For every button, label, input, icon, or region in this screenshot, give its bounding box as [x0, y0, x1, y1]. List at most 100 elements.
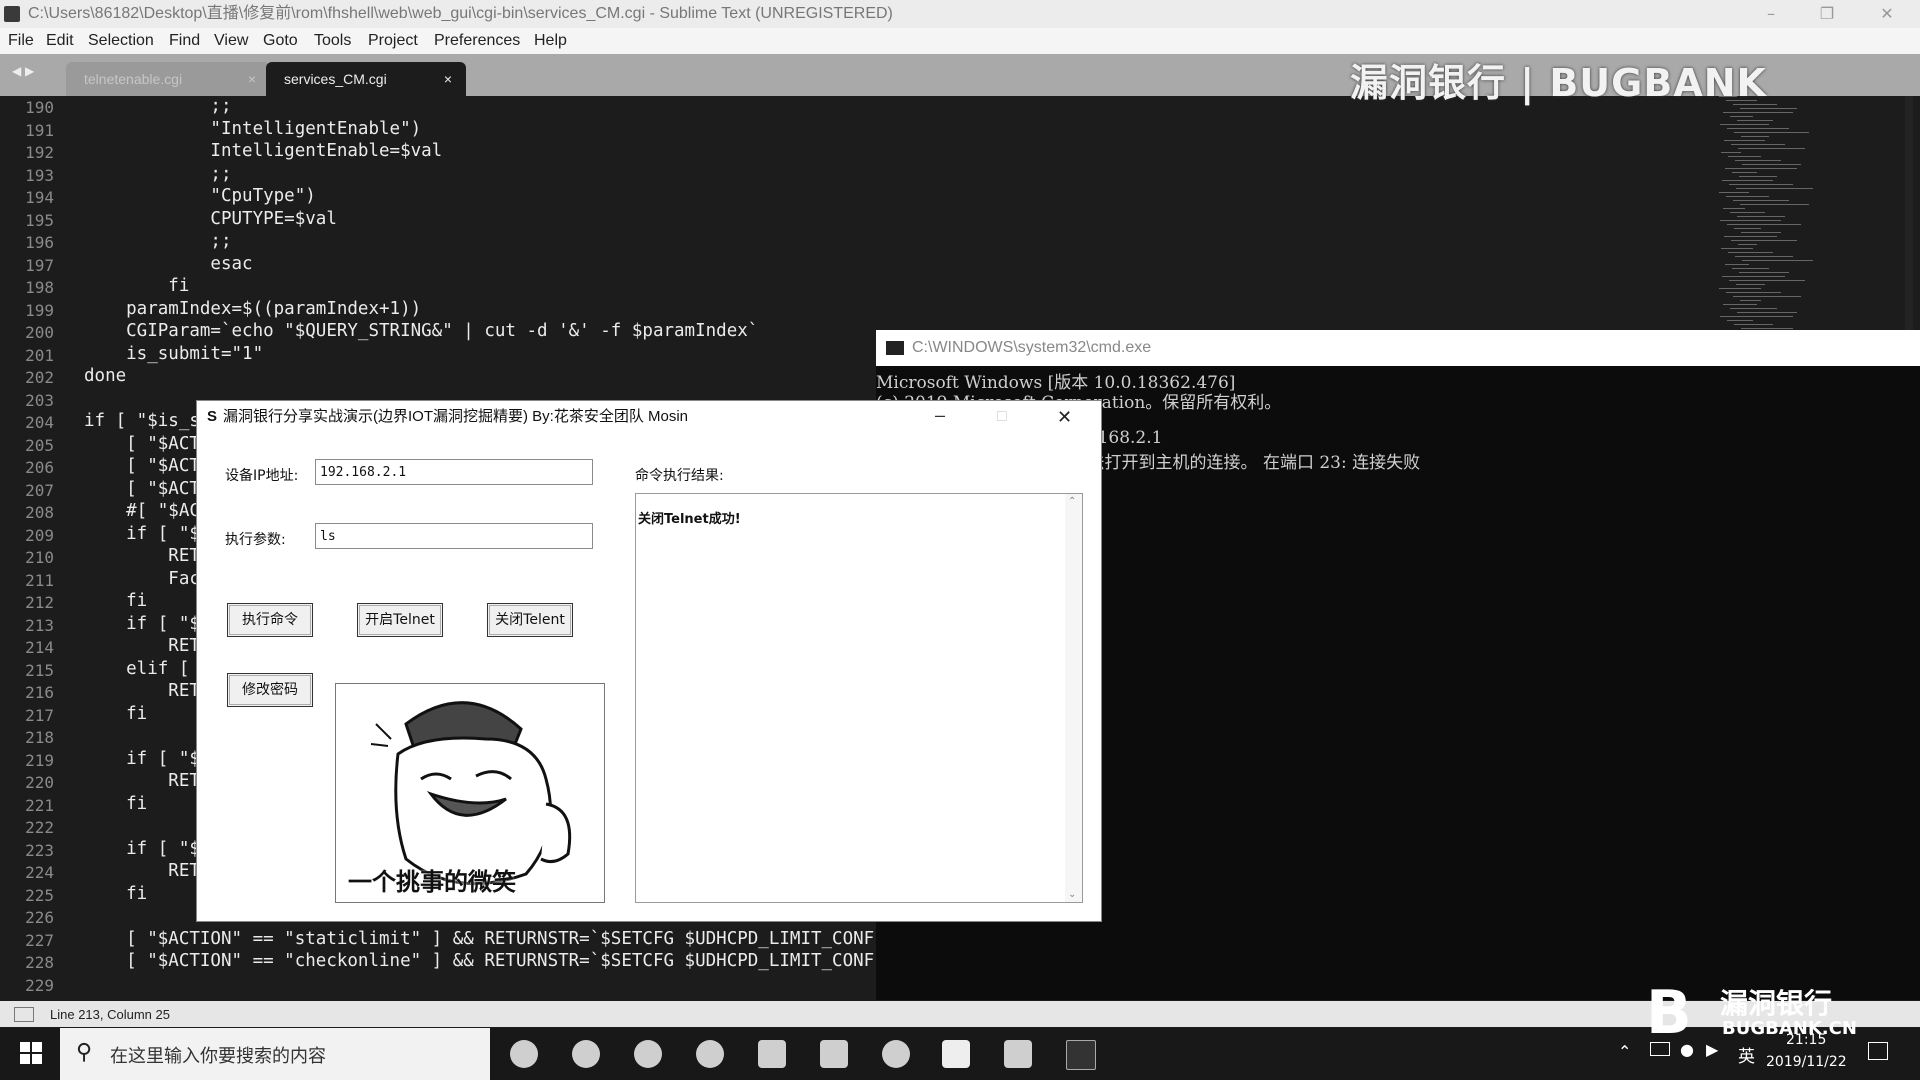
tab-nav-arrows-icon[interactable]: ◀ ▶: [12, 64, 34, 78]
minimap-line: [1720, 316, 1793, 317]
menu-help[interactable]: Help: [534, 32, 567, 50]
minimap-line: [1734, 228, 1761, 229]
minimap-line: [1729, 280, 1805, 281]
minimap[interactable]: [1715, 96, 1835, 336]
cmd-icon: [886, 341, 904, 355]
minimap-line: [1722, 180, 1773, 181]
minimize-button[interactable]: –: [1748, 0, 1794, 28]
open-telnet-button[interactable]: 开启Telnet: [357, 603, 443, 637]
line-number: 207: [25, 480, 54, 500]
result-textarea[interactable]: 关闭Telnet成功! ⌃ ⌄: [635, 493, 1083, 903]
logo-mark: B: [1646, 978, 1692, 1048]
tray-chevron-icon[interactable]: ⌃: [1618, 1042, 1631, 1061]
sublime-taskbar-icon[interactable]: [942, 1040, 970, 1068]
exec-command-button[interactable]: 执行命令: [227, 603, 313, 637]
line-number: 202: [25, 368, 54, 387]
code-line: if [ "$: [84, 838, 200, 859]
ip-input[interactable]: 192.168.2.1: [315, 459, 593, 485]
minimap-line: [1723, 304, 1757, 305]
chrome-taskbar-icon[interactable]: [510, 1040, 538, 1068]
menu-edit[interactable]: Edit: [46, 32, 74, 50]
notification-icon[interactable]: [1868, 1042, 1888, 1060]
taskbar-search-box[interactable]: ⚲ 在这里输入你要搜索的内容: [60, 1028, 490, 1080]
line-number: 211: [25, 570, 54, 590]
code-line: ;;: [84, 96, 232, 116]
dialog-title: 漏洞银行分享实战演示(边界IOT漏洞挖掘精要) By:花茶安全团队 Mosin: [223, 408, 689, 425]
close-telnet-button[interactable]: 关闭Telent: [487, 603, 573, 637]
menu-preferences[interactable]: Preferences: [434, 32, 520, 50]
menu-tools[interactable]: Tools: [314, 32, 351, 50]
minimap-line: [1736, 188, 1813, 189]
result-label: 命令执行结果:: [635, 468, 724, 484]
minimap-line: [1728, 252, 1773, 253]
telnet-tool-dialog[interactable]: S 漏洞银行分享实战演示(边界IOT漏洞挖掘精要) By:花茶安全团队 Mosi…: [196, 400, 1102, 922]
close-icon[interactable]: ×: [444, 62, 452, 96]
tab-telnetenable[interactable]: telnetenable.cgi ×: [66, 62, 270, 96]
clock-date[interactable]: 2019/11/22: [1766, 1054, 1847, 1070]
tool-taskbar-icon[interactable]: [1004, 1040, 1032, 1068]
scroll-down-icon[interactable]: ⌄: [1068, 889, 1076, 900]
menu-find[interactable]: Find: [169, 32, 200, 50]
maximize-button[interactable]: ❐: [1804, 0, 1850, 28]
panel-toggle-icon[interactable]: [14, 1007, 34, 1022]
minimap-line: [1720, 220, 1781, 221]
ime-indicator[interactable]: 英: [1738, 1042, 1755, 1067]
minimap-line: [1728, 156, 1761, 157]
dialog-minimize-button[interactable]: –: [935, 399, 945, 431]
minimap-line: [1730, 116, 1753, 117]
line-number: 206: [25, 458, 54, 477]
cmd-title: C:\WINDOWS\system32\cmd.exe: [912, 339, 1152, 356]
file-explorer-taskbar-icon[interactable]: [820, 1040, 848, 1068]
code-line: if [ "$is_s: [84, 411, 200, 431]
line-number: 205: [25, 435, 54, 455]
menu-view[interactable]: View: [214, 32, 248, 50]
result-scrollbar[interactable]: ⌃ ⌄: [1065, 494, 1082, 902]
line-number: 195: [25, 210, 54, 230]
dialog-maximize-button[interactable]: □: [997, 401, 1007, 433]
minimap-line: [1723, 208, 1745, 209]
minimap-line: [1726, 196, 1769, 197]
volume-icon[interactable]: ▶: [1706, 1040, 1718, 1059]
line-number: 201: [25, 345, 54, 365]
ip-label: 设备IP地址:: [225, 468, 299, 484]
tab-services-cm[interactable]: services_CM.cgi ×: [266, 62, 466, 96]
line-number: 225: [25, 885, 54, 905]
minimap-line: [1733, 296, 1801, 297]
obs-taskbar-icon[interactable]: [634, 1040, 662, 1068]
menu-project[interactable]: Project: [368, 32, 418, 50]
minimap-line: [1727, 320, 1753, 321]
code-line: "CpuType"): [84, 186, 316, 206]
line-number: 204: [25, 413, 54, 432]
menu-file[interactable]: File: [8, 32, 34, 50]
close-button[interactable]: ✕: [1864, 0, 1910, 28]
minimap-line: [1734, 132, 1809, 133]
code-line: esac: [84, 253, 253, 274]
windows-start-icon[interactable]: [20, 1042, 42, 1064]
minimap-line: [1721, 152, 1741, 153]
code-line: is_submit="1": [84, 343, 264, 364]
result-text: 关闭Telnet成功!: [638, 512, 741, 527]
minimap-line: [1719, 288, 1761, 289]
param-input[interactable]: ls: [315, 523, 593, 549]
code-line: RET: [84, 681, 200, 701]
netease-music-taskbar-icon[interactable]: [696, 1040, 724, 1068]
line-number: 216: [25, 683, 54, 702]
pycharm-taskbar-icon[interactable]: [758, 1040, 786, 1068]
line-number: 229: [25, 975, 54, 995]
cmd-taskbar-icon[interactable]: [1066, 1040, 1096, 1070]
code-line: fi: [84, 883, 148, 904]
dialog-close-button[interactable]: ✕: [1057, 401, 1072, 433]
code-line: RET: [84, 771, 200, 791]
scroll-up-icon[interactable]: ⌃: [1068, 496, 1076, 507]
close-icon[interactable]: ×: [248, 62, 256, 96]
code-line: [ "$ACTION" == "checkonline" ] && RETURN…: [84, 951, 896, 971]
change-password-button[interactable]: 修改密码: [227, 673, 313, 707]
menu-selection[interactable]: Selection: [88, 32, 154, 50]
minimap-line: [1740, 108, 1797, 109]
browser-taskbar-icon[interactable]: [882, 1040, 910, 1068]
minimap-line: [1722, 276, 1785, 277]
app-taskbar-icon[interactable]: [572, 1040, 600, 1068]
minimap-line: [1741, 136, 1769, 137]
line-number: 212: [25, 593, 54, 612]
menu-goto[interactable]: Goto: [263, 32, 298, 50]
